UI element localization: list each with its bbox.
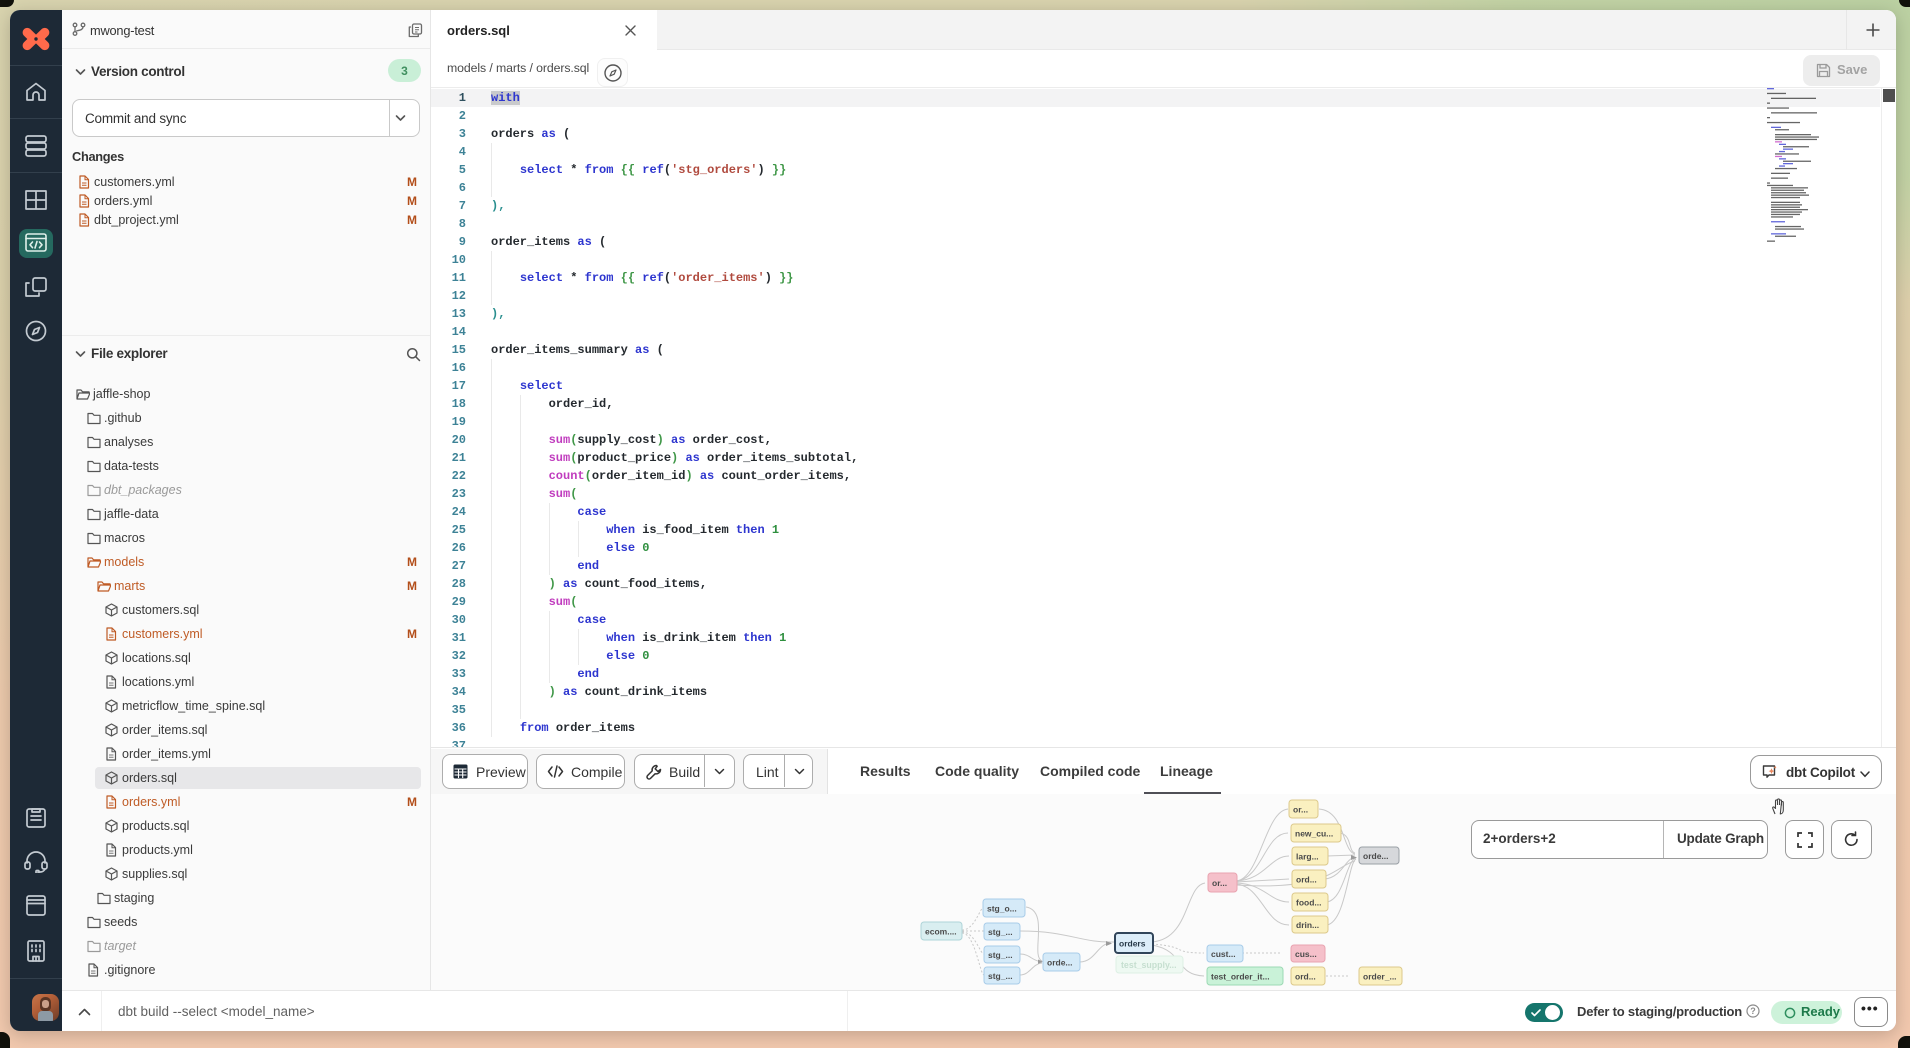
svg-text:orders: orders [1119,939,1146,949]
svg-text:test_supply...: test_supply... [1121,960,1177,970]
svg-text:order_...: order_... [1363,972,1397,982]
svg-text:ord...: ord... [1296,875,1317,885]
svg-text:ord...: ord... [1295,972,1316,982]
svg-text:new_cu...: new_cu... [1295,829,1333,839]
svg-text:stg_o...: stg_o... [987,904,1017,914]
svg-text:test_order_it...: test_order_it... [1211,972,1270,982]
svg-text:ecom....: ecom.... [925,927,957,937]
svg-text:cust...: cust... [1211,949,1236,959]
svg-text:stg_...: stg_... [988,950,1013,960]
svg-text:?: ? [1750,1006,1756,1016]
svg-text:stg_...: stg_... [988,971,1013,981]
svg-text:drin...: drin... [1296,920,1319,930]
svg-text:cus...: cus... [1295,949,1317,959]
svg-text:orde...: orde... [1363,851,1389,861]
svg-text:or...: or... [1212,878,1227,888]
svg-text:or...: or... [1293,805,1308,815]
svg-text:larg...: larg... [1296,852,1319,862]
svg-text:orde...: orde... [1047,958,1073,968]
svg-text:stg_...: stg_... [988,927,1013,937]
svg-text:food...: food... [1296,898,1322,908]
